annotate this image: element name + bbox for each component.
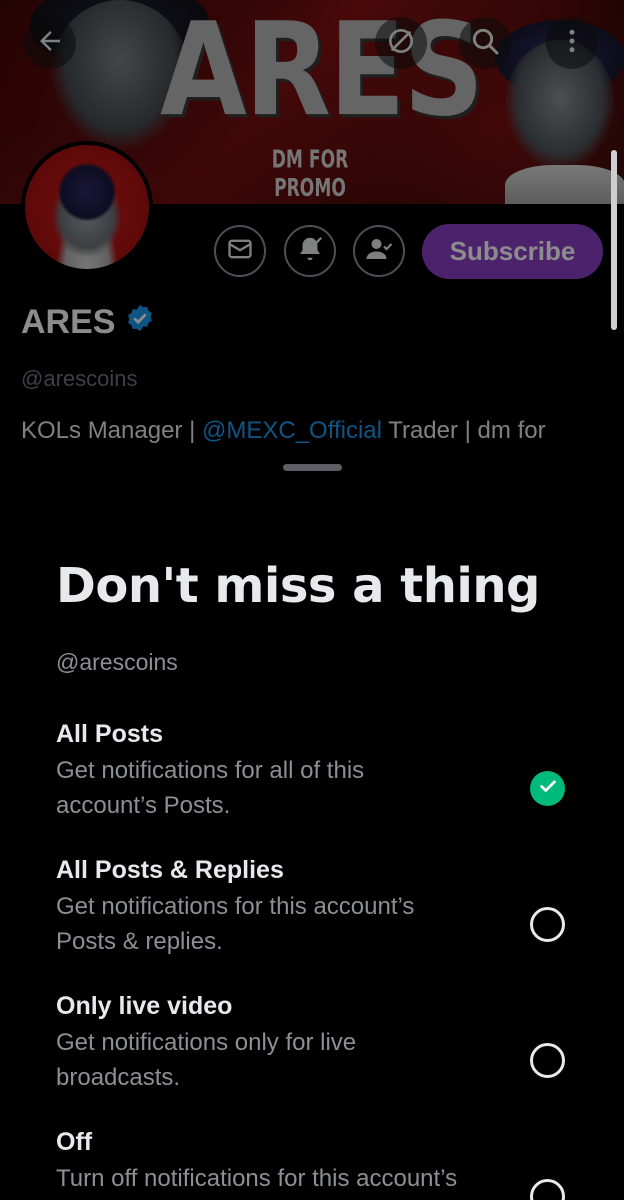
option-all-posts[interactable]: All Posts Get notifications for all of t… (0, 720, 624, 850)
more-vertical-icon (557, 26, 587, 61)
option-title: All Posts & Replies (56, 856, 284, 884)
mail-icon (226, 235, 254, 268)
subscribe-button[interactable]: Subscribe (422, 224, 603, 279)
person-check-icon (364, 234, 394, 269)
display-name: ARES (21, 303, 155, 342)
grok-button[interactable] (375, 17, 427, 69)
message-button[interactable] (214, 225, 266, 277)
option-description-line: account’s Posts. (56, 792, 231, 819)
profile-header: ARES DM FOR PROMO Subscribe ARES @aresco… (0, 0, 624, 470)
following-button[interactable] (353, 225, 405, 277)
option-description-line: Posts & replies. (56, 928, 223, 955)
option-off[interactable]: Off Turn off notifications for this acco… (0, 1128, 624, 1200)
display-name-text: ARES (21, 303, 116, 341)
radio-unselected[interactable] (530, 907, 565, 942)
option-description-line: Turn off notifications for this account’… (56, 1165, 458, 1192)
option-all-posts-replies[interactable]: All Posts & Replies Get notifications fo… (0, 856, 624, 986)
bio-prefix: KOLs Manager | (21, 417, 202, 444)
arrow-left-icon (35, 26, 65, 61)
profile-handle: @arescoins (21, 366, 138, 391)
option-description-line: Get notifications for all of this (56, 757, 365, 784)
grok-icon (385, 25, 417, 62)
option-description-line: Get notifications for this account’s (56, 893, 415, 920)
sheet-drag-handle[interactable] (283, 464, 342, 471)
search-button[interactable] (459, 17, 511, 69)
radio-unselected[interactable] (530, 1043, 565, 1078)
back-button[interactable] (24, 17, 76, 69)
sheet-handle: @arescoins (56, 649, 178, 675)
option-description-line: broadcasts. (56, 1064, 181, 1091)
banner-title: ARES (160, 0, 484, 146)
banner-figure-right-shirt (505, 165, 624, 204)
search-icon (469, 25, 501, 62)
sheet-title: Don't miss a thing (56, 558, 540, 614)
option-only-live-video[interactable]: Only live video Get notifications only f… (0, 992, 624, 1122)
option-description: Get notifications for all of this accoun… (56, 753, 496, 823)
option-description: Get notifications for this account’s Pos… (56, 889, 496, 959)
option-title: Only live video (56, 992, 233, 1020)
avatar[interactable] (21, 141, 153, 273)
bell-check-icon (295, 234, 325, 269)
radio-selected[interactable] (530, 771, 565, 806)
option-title: Off (56, 1128, 93, 1156)
more-button[interactable] (546, 17, 598, 69)
option-description-line: Get notifications only for live (56, 1029, 357, 1056)
notification-settings-sheet: Don't miss a thing @arescoins All Posts … (0, 455, 624, 1200)
option-title: All Posts (56, 720, 163, 748)
banner-tagline: DM FOR PROMO (271, 145, 349, 203)
radio-unselected[interactable] (530, 1179, 565, 1200)
option-description: Turn off notifications for this account’… (56, 1161, 536, 1196)
bio-suffix: Trader | dm for (381, 417, 546, 444)
notifications-button[interactable] (284, 225, 336, 277)
profile-bio: KOLs Manager | @MEXC_Official Trader | d… (21, 417, 546, 445)
scrollbar[interactable] (611, 150, 617, 330)
option-description: Get notifications only for live broadcas… (56, 1025, 496, 1095)
bio-mention-link[interactable]: @MEXC_Official (202, 417, 382, 444)
checkmark-icon (537, 775, 559, 802)
verified-badge-icon (125, 303, 155, 342)
